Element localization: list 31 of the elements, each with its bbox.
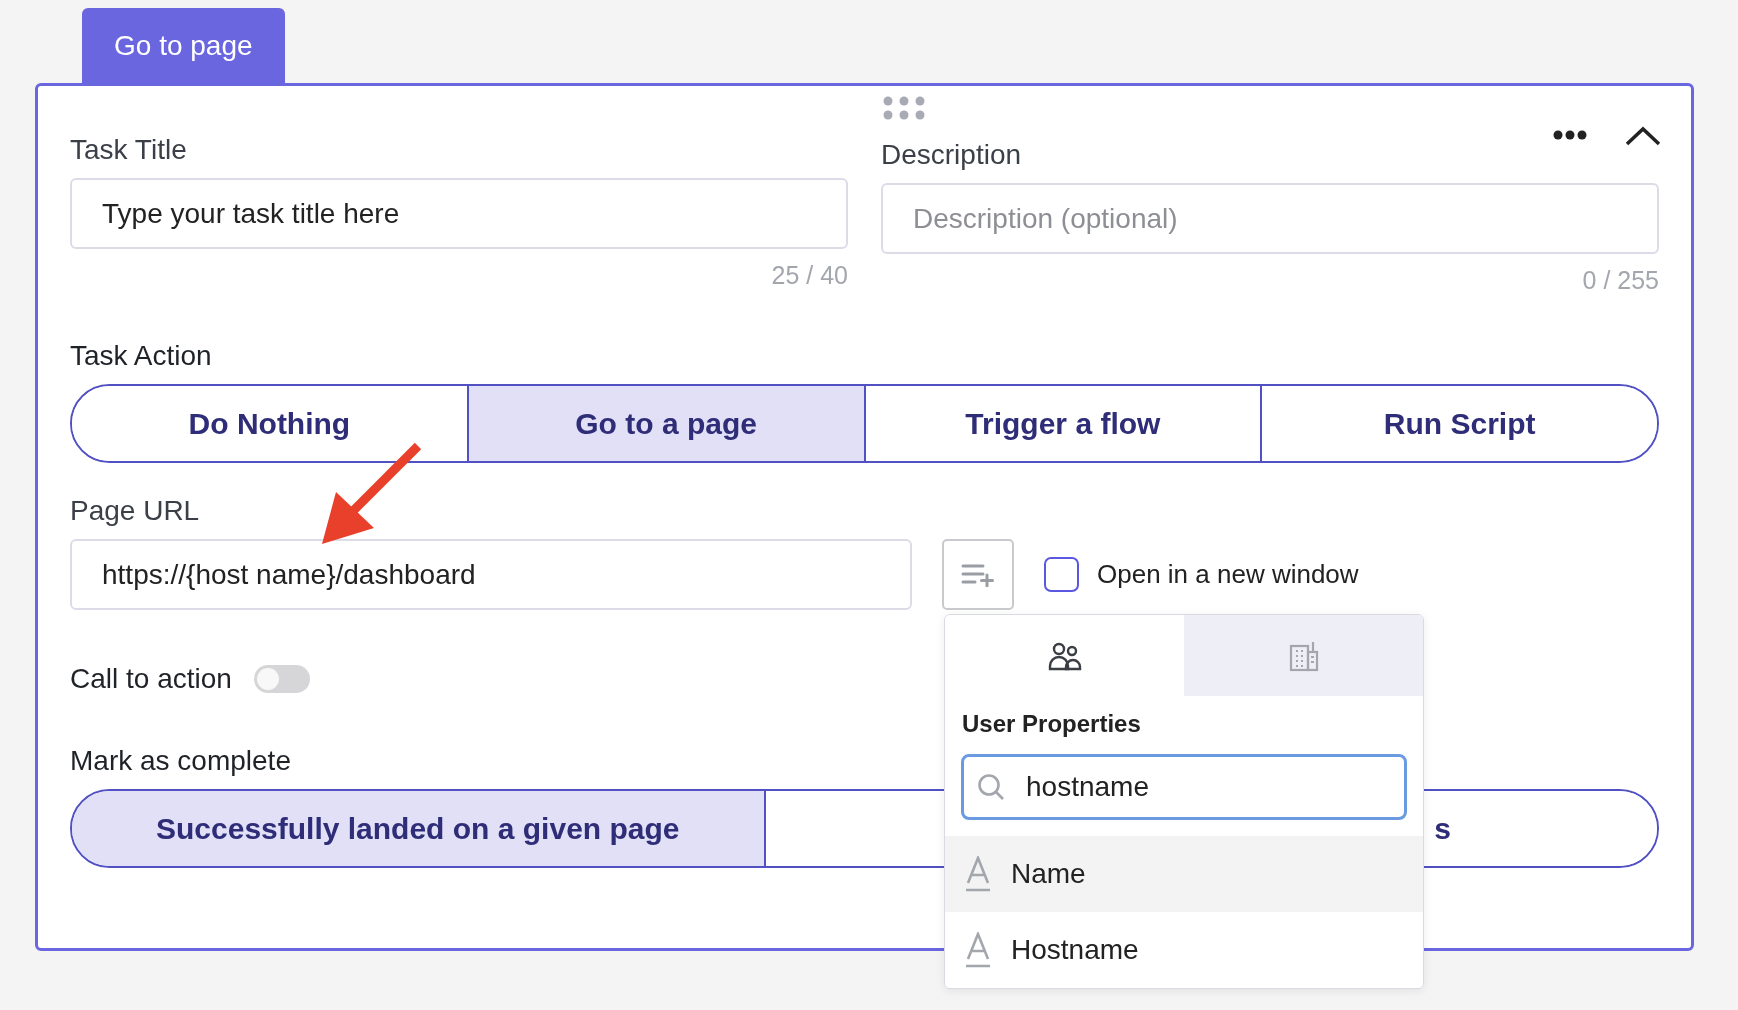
chevron-up-icon[interactable] [1625, 126, 1661, 146]
drag-handle-icon[interactable] [883, 96, 925, 120]
field-label: Task Title [70, 134, 187, 166]
property-tab[interactable] [945, 615, 1184, 696]
section-label: Task Action [70, 340, 212, 372]
text-type-icon [965, 932, 991, 968]
property-item[interactable]: Hostname [945, 912, 1423, 988]
url-field[interactable]: https://{host name}/dashboard [70, 539, 912, 610]
char-counter: 25 / 40 [770, 261, 848, 290]
action-option[interactable]: Run Script [1260, 386, 1657, 461]
section-label: Mark as complete [70, 745, 291, 777]
new-window-checkbox[interactable]: Open in a new window [1044, 557, 1359, 592]
call-to-action-toggle[interactable] [253, 665, 310, 693]
page-tab[interactable]: Go to page [82, 8, 285, 83]
more-icon[interactable] [1553, 130, 1587, 140]
text-type-icon [965, 856, 991, 892]
title-field[interactable]: Type your task title here [70, 178, 848, 249]
description-field[interactable]: Description (optional) [881, 183, 1659, 254]
building-icon [1287, 639, 1320, 672]
insert-property-button[interactable] [942, 539, 1014, 610]
list-add-icon [961, 562, 995, 587]
action-option[interactable]: Go to a page [466, 386, 864, 461]
field-label: Page URL [70, 495, 200, 527]
dropdown-heading: User Properties [962, 710, 1142, 738]
property-item[interactable]: Name [945, 836, 1423, 912]
char-counter: 0 / 255 [1581, 266, 1659, 295]
search-field[interactable]: hostname [961, 754, 1407, 820]
field-label: Description [881, 139, 1022, 171]
users-icon [1047, 640, 1082, 671]
toggle-label: Call to action [70, 663, 232, 695]
completion-option[interactable]: Successfully landed on a given page [72, 791, 764, 866]
